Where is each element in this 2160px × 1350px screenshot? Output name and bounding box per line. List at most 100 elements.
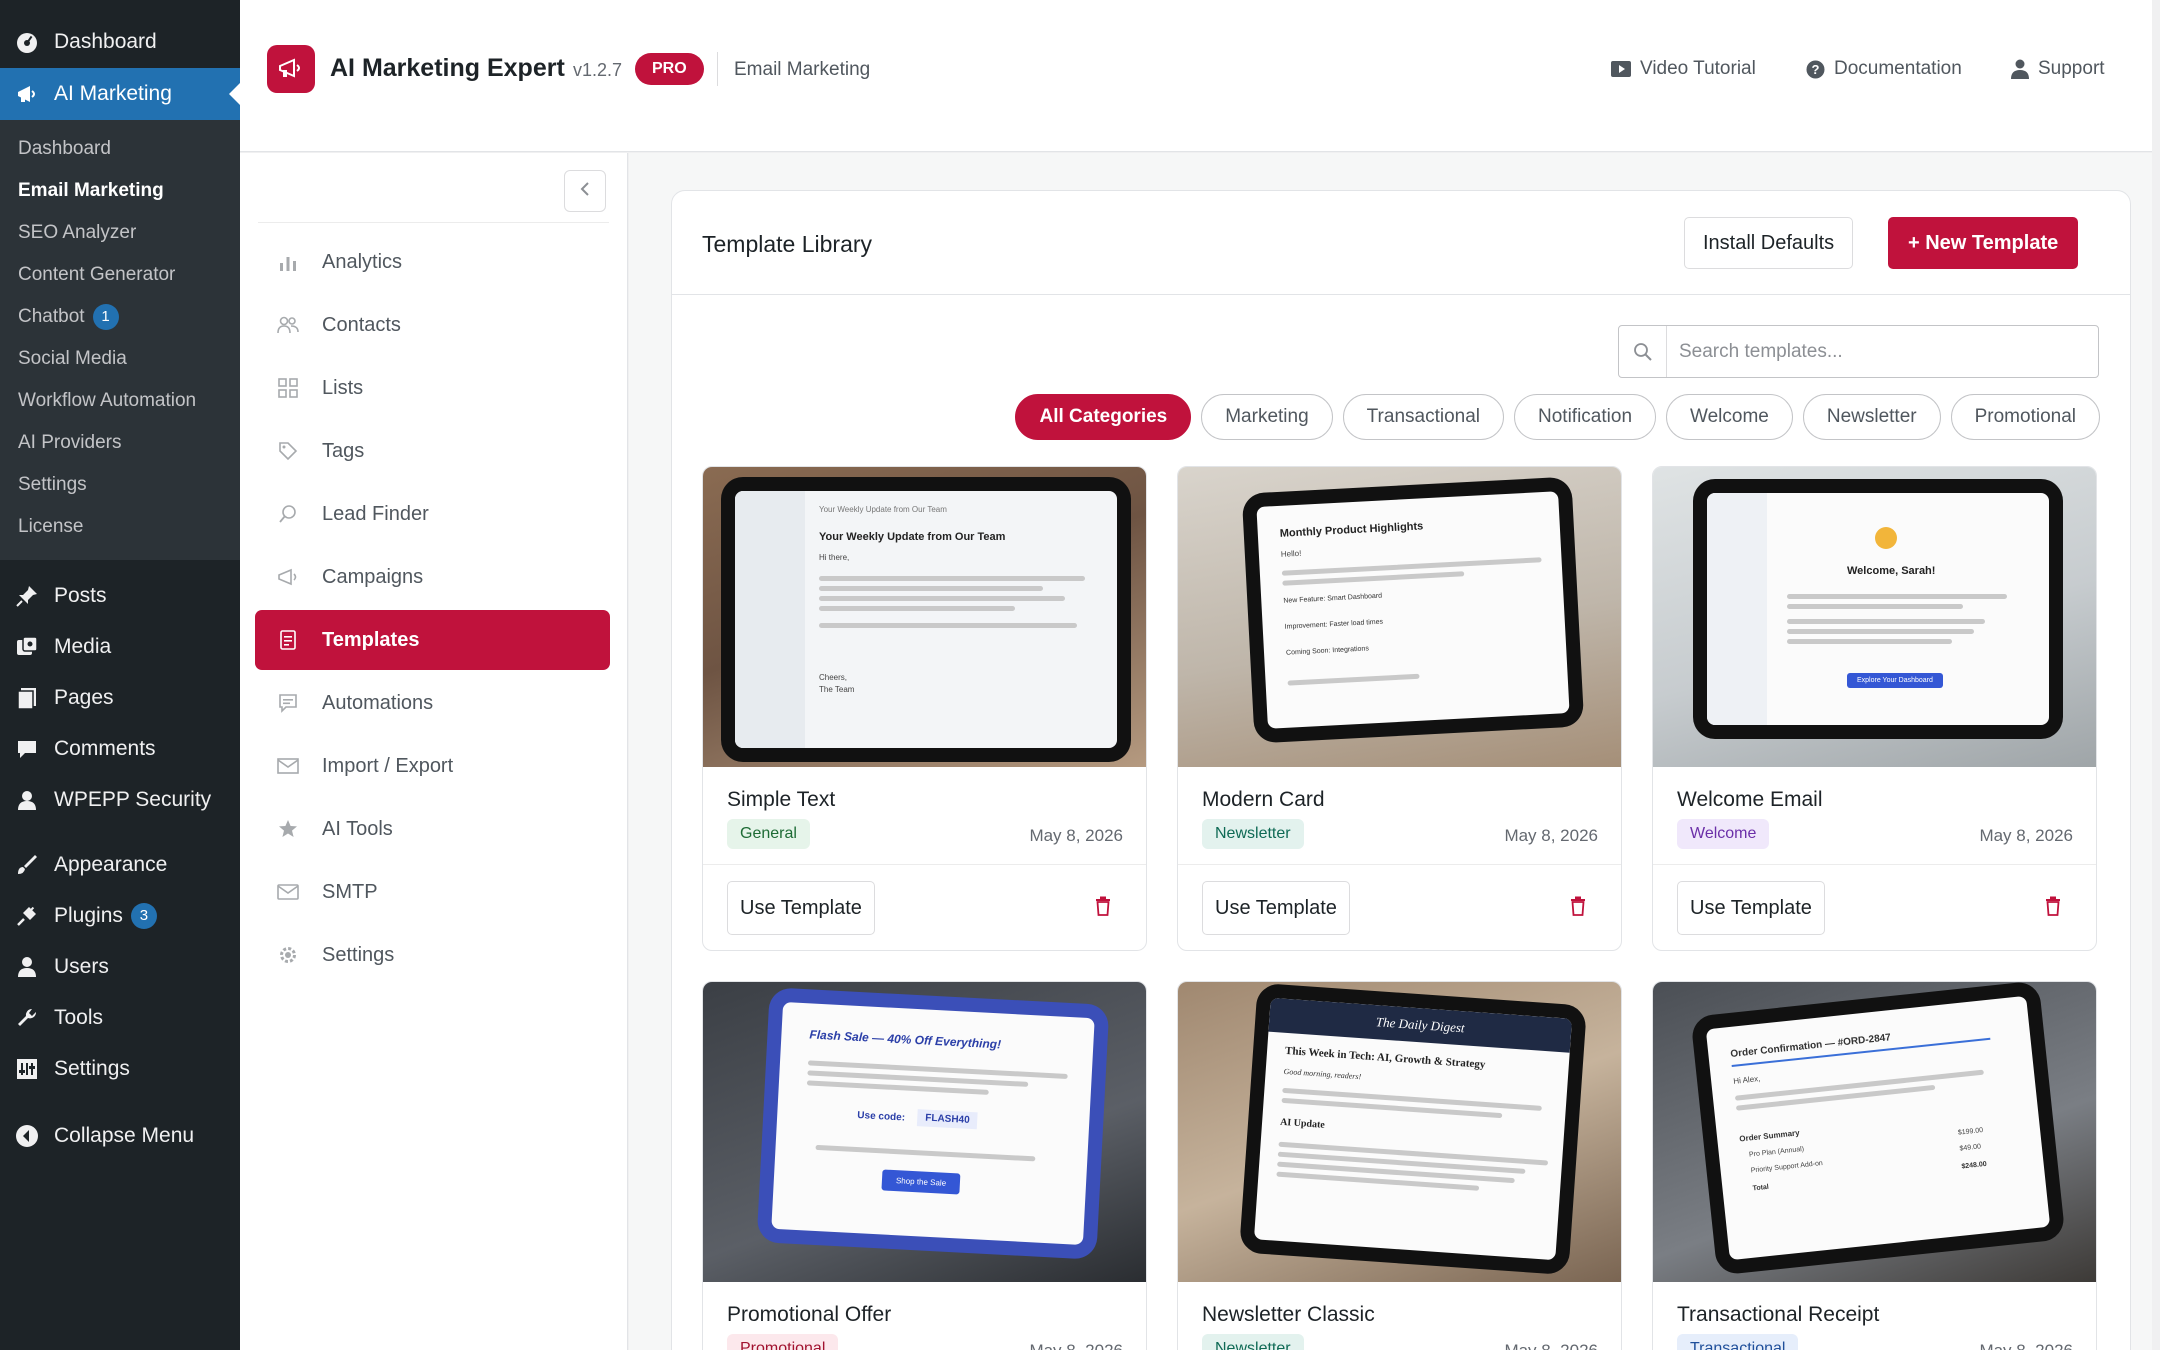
wp-submenu-workflow-automation[interactable]: Workflow Automation [0,380,240,422]
nav-item-tags[interactable]: Tags [255,421,610,481]
tag-icon [277,440,299,462]
support-link[interactable]: Support [2011,58,2105,80]
delete-template-button[interactable] [2042,895,2064,921]
template-thumbnail[interactable]: The Daily Digest This Week in Tech: AI, … [1178,982,1621,1282]
wp-submenu-social-media[interactable]: Social Media [0,338,240,380]
chip-marketing[interactable]: Marketing [1201,394,1333,440]
nav-item-lists[interactable]: Lists [255,358,610,418]
wp-collapse-menu[interactable]: Collapse Menu [0,1110,240,1161]
wp-menu-comments[interactable]: Comments [0,723,240,774]
wp-submenu-settings[interactable]: Settings [0,464,240,506]
wp-menu-media[interactable]: Media [0,621,240,672]
preview-title: This Week in Tech: AI, Growth & Strategy [1284,1044,1486,1071]
nav-item-ai-tools[interactable]: AI Tools [255,799,610,859]
template-thumbnail[interactable]: Welcome, Sarah! Explore Your Dashboard [1653,467,2096,767]
template-thumbnail[interactable]: Monthly Product Highlights Hello! New Fe… [1178,467,1621,767]
wp-menu-plugins[interactable]: Plugins 3 [0,890,240,941]
wp-menu-label: Settings [54,1056,130,1080]
preview-code-label: Use code: [857,1110,906,1124]
template-thumbnail[interactable]: Order Confirmation — #ORD-2847 Hi Alex, … [1653,982,2096,1282]
pro-badge: PRO [635,53,704,85]
plugin-version: v1.2.7 [573,60,623,80]
wp-menu-tools[interactable]: Tools [0,992,240,1043]
nav-item-label: Analytics [322,250,403,273]
brush-icon [14,852,40,878]
template-date: May 8, 2026 [1029,826,1123,845]
template-thumbnail[interactable]: Your Weekly Update from Our Team Your We… [703,467,1146,767]
template-date: May 8, 2026 [1979,826,2073,845]
chip-transactional[interactable]: Transactional [1342,394,1505,440]
nav-item-smtp[interactable]: SMTP [255,862,610,922]
nav-item-automations[interactable]: Automations [255,673,610,733]
template-thumbnail[interactable]: Flash Sale — 40% Off Everything! Use cod… [703,982,1146,1282]
email-preview: Monthly Product Highlights Hello! New Fe… [1256,491,1570,729]
search-input[interactable] [1667,340,2087,363]
gear-icon [277,944,299,966]
wp-menu-appearance[interactable]: Appearance [0,839,240,890]
nav-item-label: AI Tools [322,817,393,840]
wp-menu-label: Dashboard [54,30,157,53]
wp-menu-label: Collapse Menu [54,1123,195,1147]
install-defaults-button[interactable]: Install Defaults [1684,217,1854,269]
chip-welcome[interactable]: Welcome [1666,394,1793,440]
wp-menu-label: Media [54,634,112,658]
chip-all-categories[interactable]: All Categories [1015,394,1192,440]
use-template-button[interactable]: Use Template [727,881,875,935]
bar-chart-icon [277,251,299,273]
new-template-button[interactable]: + New Template [1888,217,2079,269]
user-icon [14,954,40,980]
user-icon [2011,59,2029,79]
nav-item-templates[interactable]: Templates [255,610,610,670]
use-template-button[interactable]: Use Template [1202,881,1350,935]
template-card: Order Confirmation — #ORD-2847 Hi Alex, … [1652,981,2097,1350]
preview-line-item: Pro Plan (Annual) [1748,1145,1805,1159]
wp-menu-settings[interactable]: Settings [0,1043,240,1094]
template-date: May 8, 2026 [1504,1341,1598,1350]
wp-submenu-chatbot[interactable]: Chatbot 1 [0,296,240,338]
nav-item-contacts[interactable]: Contacts [255,295,610,355]
template-name: Transactional Receipt [1677,1303,1880,1326]
wp-menu-dashboard[interactable]: Dashboard [0,16,240,68]
wp-menu-users[interactable]: Users [0,941,240,992]
wp-submenu-content-generator[interactable]: Content Generator [0,254,240,296]
category-filter: All Categories Marketing Transactional N… [1015,394,2100,440]
preview-masthead: The Daily Digest [1268,997,1573,1053]
use-template-button[interactable]: Use Template [1677,881,1825,935]
nav-item-lead-finder[interactable]: Lead Finder [255,484,610,544]
documentation-link[interactable]: ? Documentation [1806,58,1962,80]
collapse-nav-button[interactable] [564,170,606,212]
nav-item-campaigns[interactable]: Campaigns [255,547,610,607]
video-icon [1611,60,1631,78]
delete-template-button[interactable] [1567,895,1589,921]
chip-notification[interactable]: Notification [1514,394,1657,440]
nav-item-settings[interactable]: Settings [255,925,610,985]
collapse-icon [14,1123,40,1149]
wp-submenu-email-marketing[interactable]: Email Marketing [0,170,240,212]
wp-menu-posts[interactable]: Posts [0,570,240,621]
wp-submenu-seo-analyzer[interactable]: SEO Analyzer [0,212,240,254]
wp-menu-label: AI Marketing [54,82,172,105]
chip-newsletter[interactable]: Newsletter [1802,394,1941,440]
template-card: Welcome, Sarah! Explore Your Dashboard W… [1652,466,2097,951]
delete-template-button[interactable] [1092,895,1114,921]
wp-menu-wpepp-security[interactable]: WPEPP Security [0,774,240,825]
wp-menu-ai-marketing[interactable]: AI Marketing [0,68,240,120]
wp-submenu-ai-providers[interactable]: AI Providers [0,422,240,464]
chat-icon [277,692,299,714]
envelope-icon [277,881,299,903]
preview-summary: Order Summary [1738,1128,1801,1144]
pages-icon [14,685,40,711]
megaphone-icon [14,81,40,107]
video-tutorial-link[interactable]: Video Tutorial [1611,58,1756,80]
nav-item-label: Settings [322,943,395,966]
nav-item-import-export[interactable]: Import / Export [255,736,610,796]
template-name: Promotional Offer [727,1303,892,1326]
nav-item-analytics[interactable]: Analytics [255,232,610,292]
wp-submenu-license[interactable]: License [0,506,240,548]
wp-menu-pages[interactable]: Pages [0,672,240,723]
plugin-nav: Analytics Contacts Lists Tags Lead Finde… [240,153,628,1350]
wp-submenu-dashboard[interactable]: Dashboard [0,128,240,170]
megaphone-icon [277,566,299,588]
chip-promotional[interactable]: Promotional [1950,394,2100,440]
preview-section: AI Update [1279,1116,1326,1131]
